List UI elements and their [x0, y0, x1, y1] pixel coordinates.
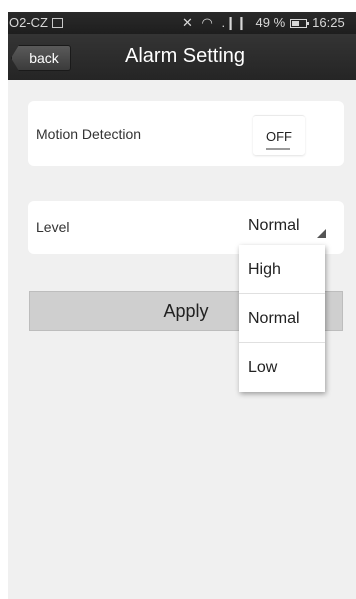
status-bar: O2-CZ ✕ ◠ .❙❙ 49 % 16:25	[8, 12, 356, 34]
motion-detection-label: Motion Detection	[36, 126, 142, 142]
phone-screen: O2-CZ ✕ ◠ .❙❙ 49 % 16:25 back Alarm Setti…	[8, 12, 356, 599]
level-dropdown-menu: High Normal Low	[239, 245, 325, 392]
wifi-icon: ◠	[201, 15, 213, 30]
status-icons: ✕ ◠ .❙❙ 49 % 16:25	[182, 15, 350, 31]
back-button[interactable]: back	[11, 45, 71, 71]
level-option-normal[interactable]: Normal	[239, 294, 325, 343]
toggle-value: OFF	[266, 129, 292, 144]
clock: 16:25	[312, 15, 345, 30]
carrier-name: O2-CZ	[9, 15, 48, 30]
dropdown-arrow-icon	[317, 229, 326, 238]
sim-icon	[52, 18, 63, 28]
level-label: Level	[36, 219, 70, 235]
level-option-low[interactable]: Low	[239, 343, 325, 392]
carrier-area: O2-CZ	[9, 15, 63, 30]
toggle-indicator	[266, 148, 290, 150]
mute-icon: ✕	[182, 15, 193, 30]
page-title: Alarm Setting	[125, 45, 246, 67]
level-option-high[interactable]: High	[239, 245, 325, 294]
level-selected-value: Normal	[248, 217, 300, 234]
motion-detection-row: Motion Detection OFF	[28, 101, 344, 166]
signal-icon: .❙❙	[221, 15, 247, 30]
battery-icon	[290, 19, 310, 28]
level-select[interactable]: Normal	[233, 217, 326, 241]
battery-level: 49 %	[255, 15, 286, 30]
motion-detection-toggle[interactable]: OFF	[253, 115, 305, 155]
title-bar: back Alarm Setting	[8, 34, 356, 80]
